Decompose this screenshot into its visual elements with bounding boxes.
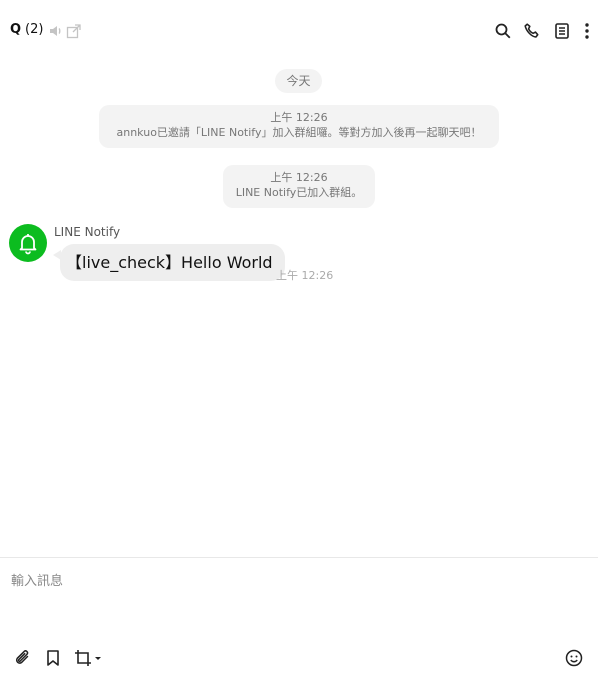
date-divider: 今天	[275, 69, 322, 93]
message-time: 上午 12:26	[276, 269, 334, 282]
message-input[interactable]: 輸入訊息	[11, 570, 63, 589]
system-message-text: LINE Notify已加入群組。	[235, 186, 363, 199]
speaker-icon[interactable]	[47, 22, 65, 40]
crop-icon[interactable]	[73, 648, 93, 668]
attach-icon[interactable]	[13, 648, 33, 668]
system-message-time: 上午 12:26	[270, 111, 328, 124]
emoji-icon[interactable]	[564, 648, 584, 668]
external-window-icon[interactable]	[65, 22, 83, 40]
system-message-text: annkuo已邀請「LINE Notify」加入群組囉。等對方加入後再一起聊天吧…	[116, 126, 482, 139]
chat-title: Q	[10, 22, 22, 37]
system-message: 上午 12:26 annkuo已邀請「LINE Notify」加入群組囉。等對方…	[99, 105, 499, 148]
chevron-down-icon[interactable]	[93, 648, 103, 668]
phone-icon[interactable]	[523, 22, 541, 40]
avatar[interactable]	[9, 224, 47, 262]
sender-name: LINE Notify	[54, 225, 121, 239]
more-icon[interactable]	[578, 22, 596, 40]
message-composer: 輸入訊息	[0, 557, 598, 677]
notes-icon[interactable]	[553, 22, 571, 40]
chat-area: 今天 上午 12:26 annkuo已邀請「LINE Notify」加入群組囉。…	[0, 64, 598, 556]
bell-icon	[19, 234, 37, 255]
chat-header: Q (2)	[0, 0, 598, 64]
search-icon[interactable]	[494, 22, 512, 40]
system-message-time: 上午 12:26	[270, 171, 328, 184]
bookmark-icon[interactable]	[43, 648, 63, 668]
member-count: (2)	[25, 22, 44, 37]
message-bubble[interactable]: 【live_check】Hello World	[60, 244, 285, 281]
system-message: 上午 12:26 LINE Notify已加入群組。	[223, 165, 375, 208]
